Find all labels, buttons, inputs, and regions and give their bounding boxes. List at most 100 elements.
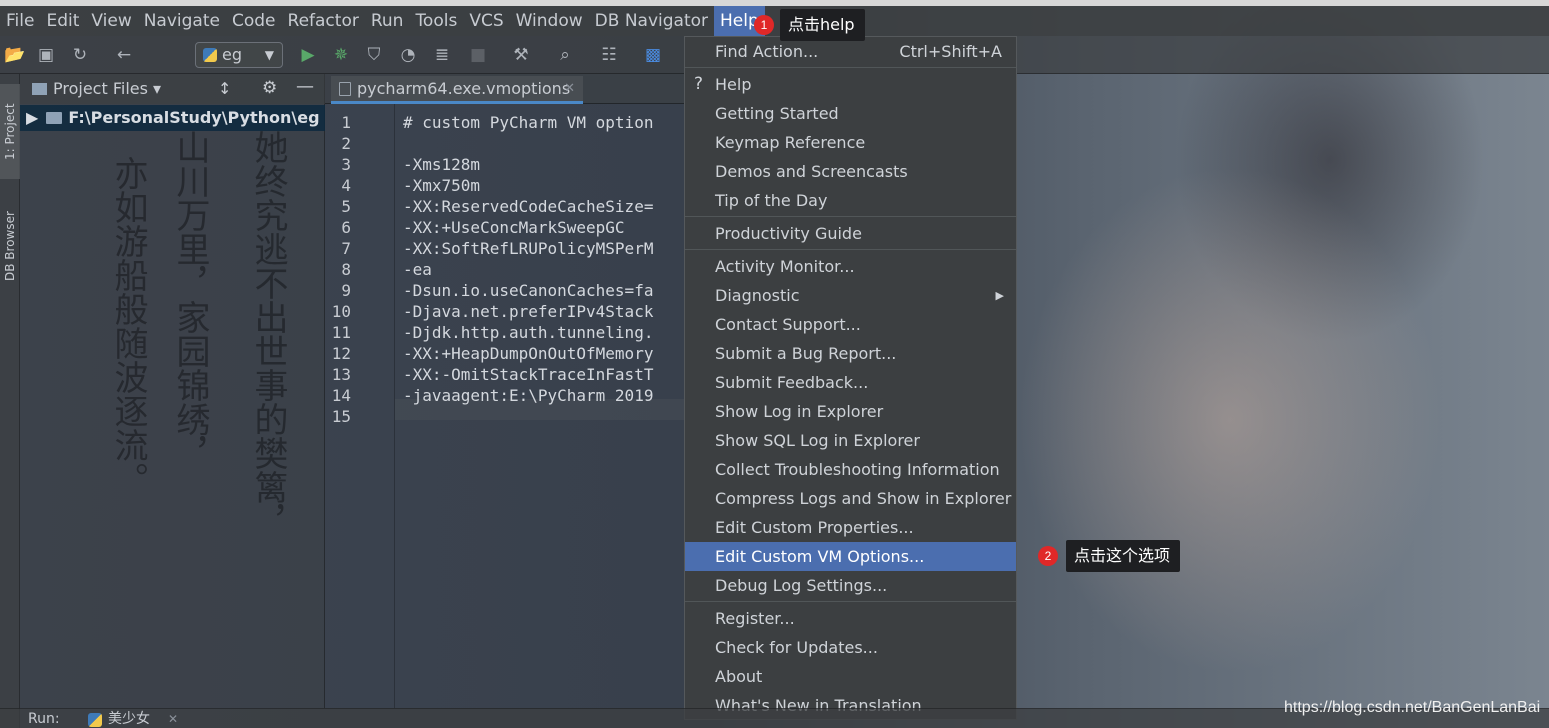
menu-refactor[interactable]: Refactor	[282, 6, 365, 36]
close-icon[interactable]: ✕	[168, 709, 178, 728]
chevron-down-icon: ▼	[264, 48, 274, 62]
line-number-gutter: 1 2 3 4 5 6 7 8 9 10 11 12 13 14 15	[325, 104, 395, 708]
line-number: 12	[331, 344, 351, 363]
menu-item-submit-bug[interactable]: Submit a Bug Report...	[685, 339, 1016, 368]
search-icon[interactable]: ⌕	[555, 45, 575, 65]
menu-item-help[interactable]: ? Help	[685, 70, 1016, 99]
minimize-icon[interactable]: —	[296, 76, 314, 97]
menu-item-contact-support[interactable]: Contact Support...	[685, 310, 1016, 339]
concurrency-icon[interactable]: ≣	[432, 45, 452, 65]
line-number: 10	[331, 302, 351, 321]
debug-icon[interactable]: ✵	[331, 45, 351, 65]
project-panel: Project Files ▾ ↕ ⚙ — ▶ F:\PersonalStudy\…	[20, 74, 325, 708]
menu-item-demos[interactable]: Demos and Screencasts	[685, 157, 1016, 186]
line-number: 11	[331, 323, 351, 342]
run-config-label: eg	[222, 45, 242, 64]
menu-edit[interactable]: Edit	[40, 6, 85, 36]
menu-item-diagnostic[interactable]: Diagnostic ▶	[685, 281, 1016, 310]
menu-item-submit-feedback[interactable]: Submit Feedback...	[685, 368, 1016, 397]
tree-row-root[interactable]: ▶ F:\PersonalStudy\Python\eg	[20, 105, 325, 131]
menu-item-tip-of-the-day[interactable]: Tip of the Day	[685, 186, 1016, 215]
gear-icon[interactable]: ⚙	[262, 78, 277, 98]
code-line: -XX:+UseConcMarkSweepGC	[403, 218, 625, 237]
menu-navigate[interactable]: Navigate	[138, 6, 226, 36]
run-config-selector[interactable]: eg ▼	[195, 42, 283, 68]
run-label: Run:	[28, 711, 60, 727]
poem-column-3: 亦如游船般随波逐流。	[108, 156, 148, 496]
stop-icon[interactable]: ■	[468, 45, 488, 65]
left-tool-strip: 1: Project DB Browser	[0, 74, 20, 728]
menu-item-activity-monitor[interactable]: Activity Monitor...	[685, 252, 1016, 281]
profile-icon[interactable]: ◔	[398, 45, 418, 65]
menu-vcs[interactable]: VCS	[463, 6, 509, 36]
code-line: -javaagent:E:\PyCharm 2019	[403, 386, 654, 405]
menu-item-collect-troubleshooting[interactable]: Collect Troubleshooting Information	[685, 455, 1016, 484]
line-number: 9	[341, 281, 351, 300]
expand-arrow-icon[interactable]: ▶	[26, 108, 38, 127]
menu-run[interactable]: Run	[365, 6, 410, 36]
poem-column-2: 山川万里，家园锦绣，	[170, 130, 210, 470]
menu-item-register[interactable]: Register...	[685, 604, 1016, 633]
side-tab-project[interactable]: 1: Project	[0, 84, 20, 179]
line-number: 7	[341, 239, 351, 258]
code-area[interactable]: # custom PyCharm VM option -Xms128m -Xmx75…	[395, 104, 685, 708]
menu-file[interactable]: File	[0, 6, 40, 36]
help-menu-dropdown: Find Action... Ctrl+Shift+A ? Help Getti…	[684, 36, 1017, 720]
file-icon	[339, 82, 351, 96]
menu-item-getting-started[interactable]: Getting Started	[685, 99, 1016, 128]
line-number: 4	[341, 176, 351, 195]
line-number: 3	[341, 155, 351, 174]
menu-separator	[685, 249, 1016, 250]
menu-item-keymap-reference[interactable]: Keymap Reference	[685, 128, 1016, 157]
project-panel-title: Project Files	[53, 79, 148, 98]
poem-column-1: 她终究逃不出世事的樊篱，	[248, 130, 288, 538]
coverage-icon[interactable]: ⛉	[364, 45, 384, 65]
line-number: 1	[341, 113, 351, 132]
editor-tab-vmoptions[interactable]: pycharm64.exe.vmoptions ✕	[331, 76, 583, 104]
line-number: 2	[341, 134, 351, 153]
save-icon[interactable]: ▣	[36, 45, 56, 65]
settings-wrench-icon[interactable]: ⚒	[511, 45, 531, 65]
project-view-selector[interactable]: Project Files ▾	[32, 79, 161, 98]
menu-db-navigator[interactable]: DB Navigator	[589, 6, 714, 36]
sync-icon[interactable]: ↻	[70, 45, 90, 65]
menu-item-edit-custom-properties[interactable]: Edit Custom Properties...	[685, 513, 1016, 542]
callout-step-2: 点击这个选项	[1066, 540, 1181, 572]
menu-item-find-action[interactable]: Find Action... Ctrl+Shift+A	[685, 37, 1016, 66]
menu-item-show-log[interactable]: Show Log in Explorer	[685, 397, 1016, 426]
python-icon	[203, 48, 217, 62]
menu-item-show-sql-log[interactable]: Show SQL Log in Explorer	[685, 426, 1016, 455]
open-folder-icon[interactable]: 📂	[4, 45, 25, 65]
menu-item-check-for-updates[interactable]: Check for Updates...	[685, 633, 1016, 662]
project-panel-header: Project Files ▾ ↕ ⚙ —	[20, 74, 325, 104]
run-icon[interactable]: ▶	[298, 45, 318, 65]
back-arrow-icon[interactable]: ←	[114, 45, 134, 65]
code-line: -XX:+HeapDumpOnOutOfMemory	[403, 344, 654, 363]
watermark-url: https://blog.csdn.net/BanGenLanBai	[1284, 699, 1541, 716]
menu-item-productivity-guide[interactable]: Productivity Guide	[685, 219, 1016, 248]
side-tab-db-browser[interactable]: DB Browser	[0, 199, 20, 294]
menu-view[interactable]: View	[85, 6, 137, 36]
menu-tools[interactable]: Tools	[409, 6, 463, 36]
structure-icon[interactable]: ☷	[599, 45, 619, 65]
menu-window[interactable]: Window	[510, 6, 589, 36]
code-line: -Djdk.http.auth.tunneling.	[403, 323, 654, 342]
run-tab-label[interactable]: 美少女	[108, 709, 150, 728]
code-line: -Dsun.io.useCanonCaches=fa	[403, 281, 654, 300]
menu-item-edit-custom-vm-options[interactable]: Edit Custom VM Options...	[685, 542, 1016, 571]
translate-icon[interactable]: ▩	[643, 45, 663, 65]
menu-item-compress-logs[interactable]: Compress Logs and Show in Explorer	[685, 484, 1016, 513]
editor-pane: pycharm64.exe.vmoptions ✕ 1 2 3 4 5 6 7 8 9 10 11 1…	[325, 74, 685, 708]
menu-separator	[685, 67, 1016, 68]
menu-item-about[interactable]: About	[685, 662, 1016, 691]
editor-tabs: pycharm64.exe.vmoptions ✕	[325, 74, 685, 104]
menu-item-debug-log-settings[interactable]: Debug Log Settings...	[685, 571, 1016, 600]
code-line: -Xms128m	[403, 155, 481, 174]
menu-code[interactable]: Code	[226, 6, 282, 36]
collapse-all-icon[interactable]: ↕	[218, 79, 231, 98]
close-icon[interactable]: ✕	[564, 76, 575, 102]
code-line: -XX:ReservedCodeCacheSize=	[403, 197, 654, 216]
diagnostic-label: Diagnostic	[715, 286, 800, 305]
python-icon	[88, 713, 102, 727]
step-badge-2: 2	[1038, 546, 1058, 566]
